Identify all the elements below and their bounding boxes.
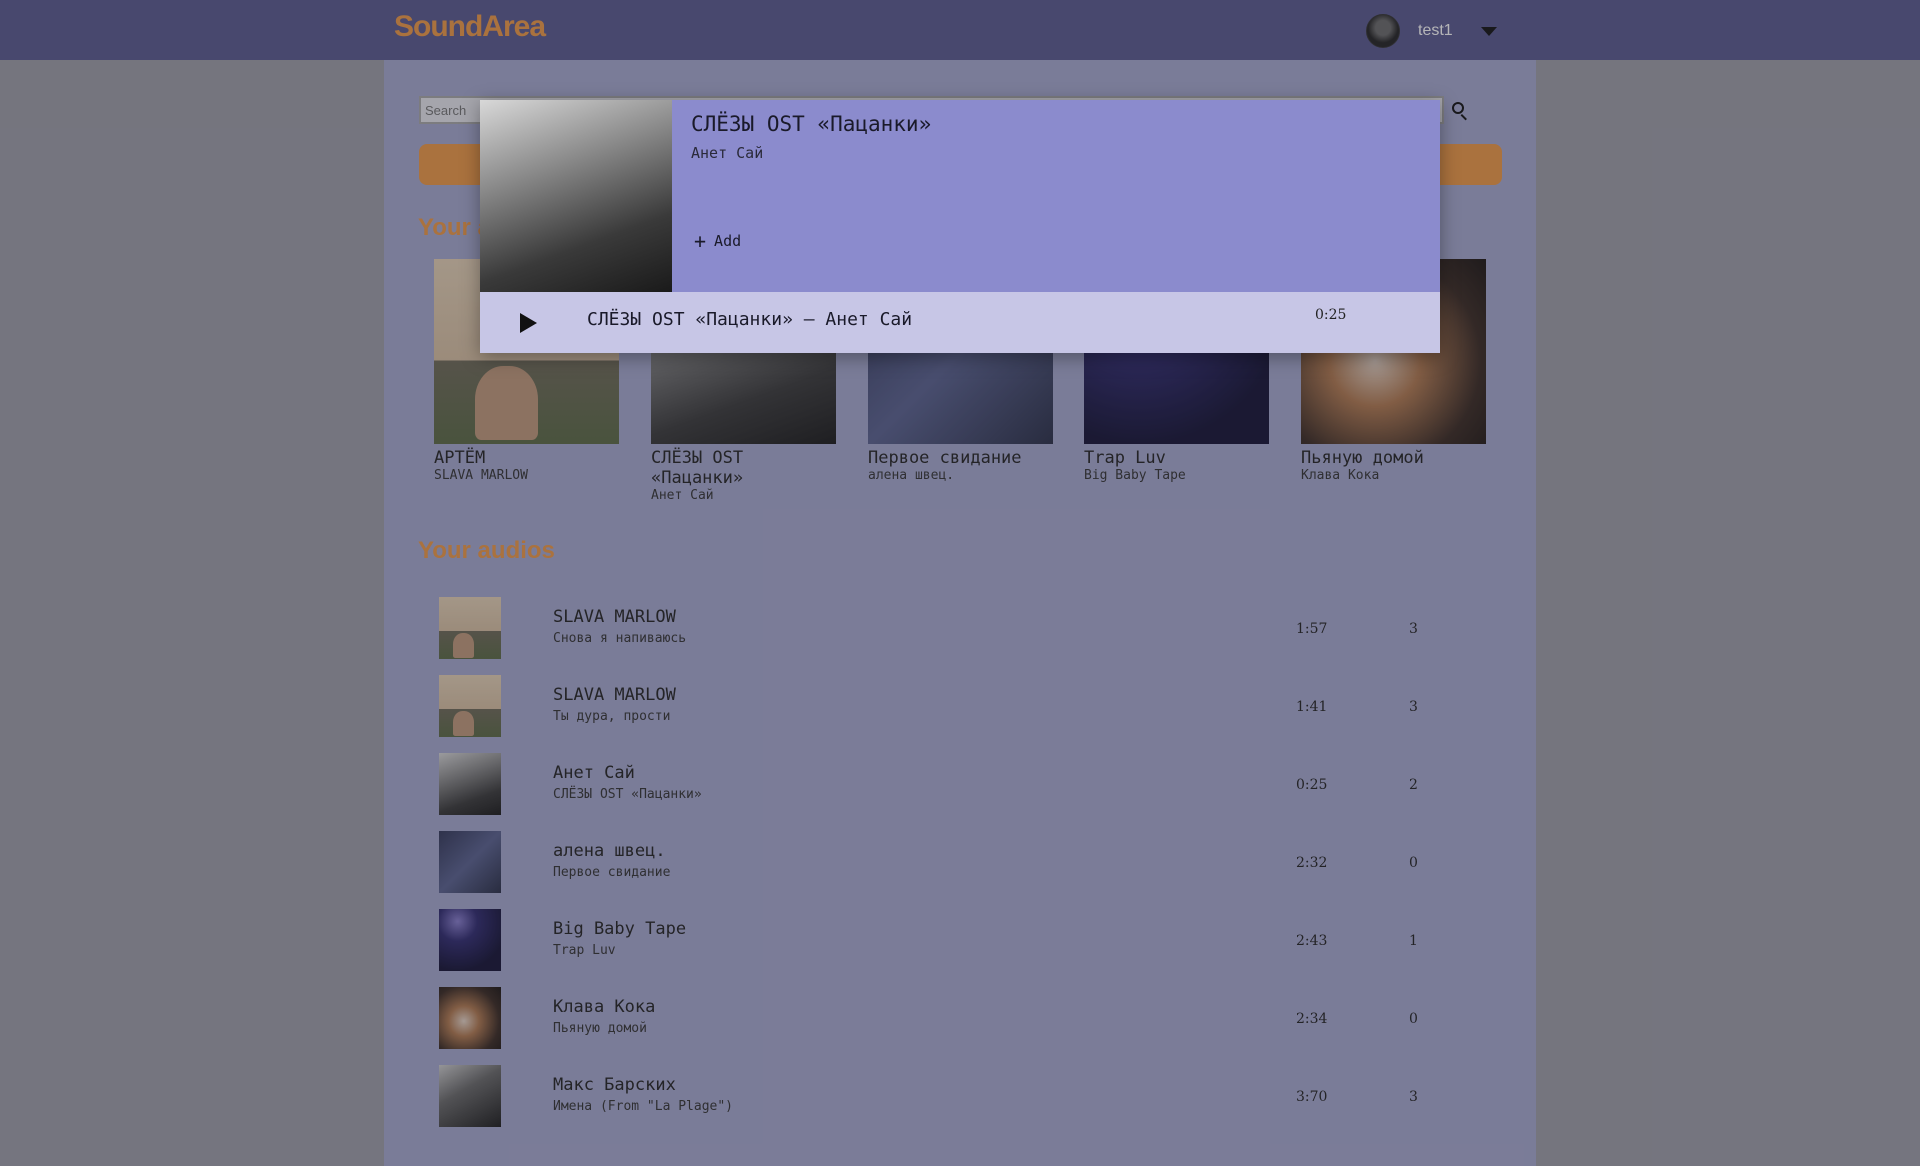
album-modal: СЛЁЗЫ OST «Пацанки» Анет Сай + Add СЛЁЗЫ… — [480, 100, 1440, 353]
modal-album-cover — [480, 100, 672, 292]
modal-album-title: СЛЁЗЫ OST «Пацанки» — [691, 112, 932, 136]
play-icon[interactable] — [520, 313, 537, 333]
modal-track-title: СЛЁЗЫ OST «Пацанки» – Анет Сай — [587, 309, 913, 330]
add-button[interactable]: + Add — [694, 229, 741, 253]
modal-track-duration: 0:25 — [1315, 307, 1347, 323]
modal-track-row[interactable]: СЛЁЗЫ OST «Пацанки» – Анет Сай 0:25 — [480, 292, 1440, 353]
modal-album-artist: Анет Сай — [691, 144, 764, 162]
modal-header: СЛЁЗЫ OST «Пацанки» Анет Сай + Add — [480, 100, 1440, 292]
add-button-label: Add — [714, 232, 742, 250]
plus-icon: + — [694, 229, 707, 253]
